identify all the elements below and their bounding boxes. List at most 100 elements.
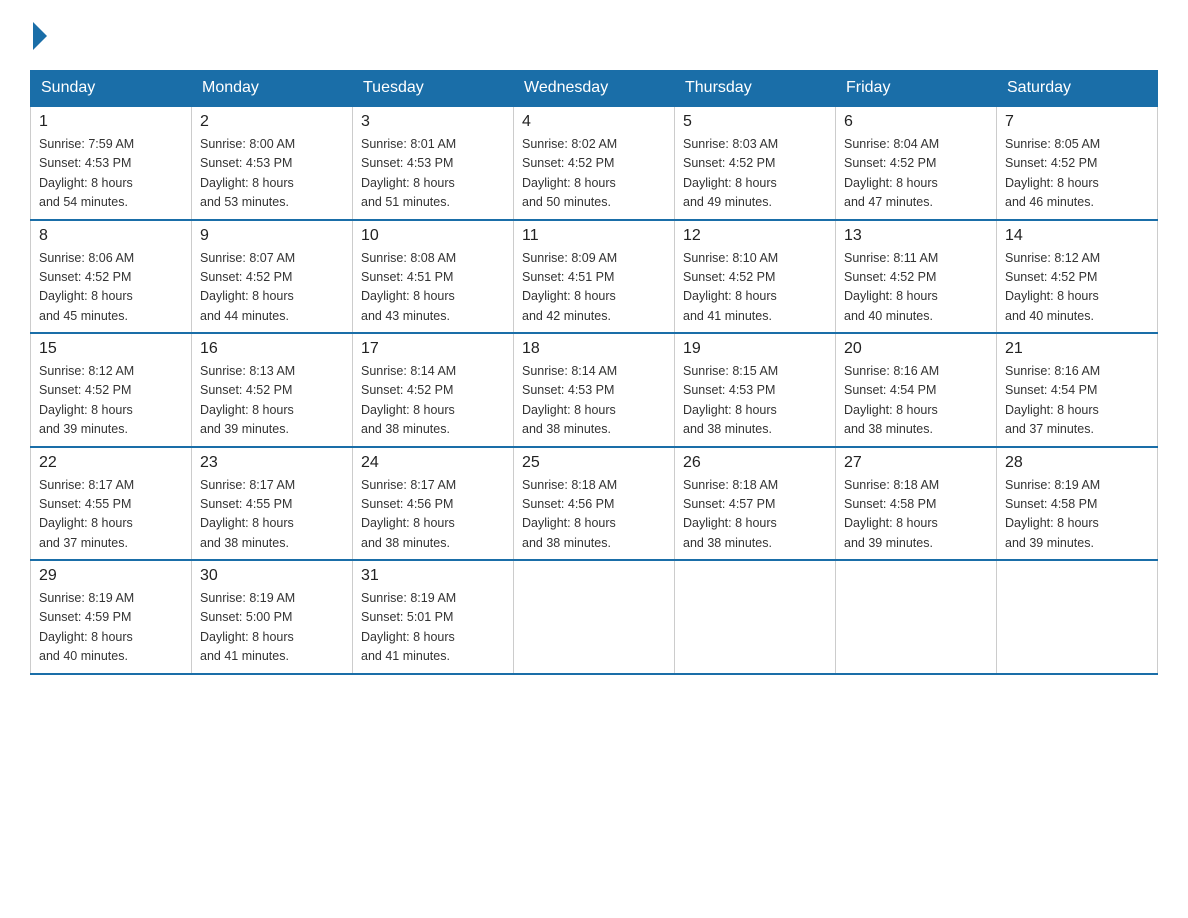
calendar-day-cell: 16 Sunrise: 8:13 AMSunset: 4:52 PMDaylig… [192, 333, 353, 447]
calendar-day-cell: 18 Sunrise: 8:14 AMSunset: 4:53 PMDaylig… [514, 333, 675, 447]
calendar-week-row: 22 Sunrise: 8:17 AMSunset: 4:55 PMDaylig… [31, 447, 1158, 561]
day-info: Sunrise: 8:18 AMSunset: 4:56 PMDaylight:… [522, 476, 666, 554]
calendar-week-row: 1 Sunrise: 7:59 AMSunset: 4:53 PMDayligh… [31, 106, 1158, 220]
day-number: 23 [200, 454, 344, 472]
calendar-week-row: 15 Sunrise: 8:12 AMSunset: 4:52 PMDaylig… [31, 333, 1158, 447]
day-info: Sunrise: 8:02 AMSunset: 4:52 PMDaylight:… [522, 135, 666, 213]
calendar-day-cell: 12 Sunrise: 8:10 AMSunset: 4:52 PMDaylig… [675, 220, 836, 334]
day-number: 13 [844, 227, 988, 245]
calendar-day-cell [514, 560, 675, 674]
day-info: Sunrise: 8:05 AMSunset: 4:52 PMDaylight:… [1005, 135, 1149, 213]
day-number: 3 [361, 113, 505, 131]
calendar-day-cell: 1 Sunrise: 7:59 AMSunset: 4:53 PMDayligh… [31, 106, 192, 220]
calendar-week-row: 29 Sunrise: 8:19 AMSunset: 4:59 PMDaylig… [31, 560, 1158, 674]
calendar-day-cell: 26 Sunrise: 8:18 AMSunset: 4:57 PMDaylig… [675, 447, 836, 561]
day-number: 28 [1005, 454, 1149, 472]
day-info: Sunrise: 8:07 AMSunset: 4:52 PMDaylight:… [200, 249, 344, 327]
day-info: Sunrise: 8:12 AMSunset: 4:52 PMDaylight:… [39, 362, 183, 440]
day-info: Sunrise: 8:17 AMSunset: 4:55 PMDaylight:… [200, 476, 344, 554]
calendar-day-cell: 25 Sunrise: 8:18 AMSunset: 4:56 PMDaylig… [514, 447, 675, 561]
day-info: Sunrise: 8:19 AMSunset: 4:58 PMDaylight:… [1005, 476, 1149, 554]
calendar-day-cell: 5 Sunrise: 8:03 AMSunset: 4:52 PMDayligh… [675, 106, 836, 220]
calendar-day-cell: 13 Sunrise: 8:11 AMSunset: 4:52 PMDaylig… [836, 220, 997, 334]
calendar-day-cell [836, 560, 997, 674]
logo [30, 20, 50, 50]
calendar-day-cell: 23 Sunrise: 8:17 AMSunset: 4:55 PMDaylig… [192, 447, 353, 561]
day-number: 19 [683, 340, 827, 358]
calendar-day-cell: 3 Sunrise: 8:01 AMSunset: 4:53 PMDayligh… [353, 106, 514, 220]
day-info: Sunrise: 8:06 AMSunset: 4:52 PMDaylight:… [39, 249, 183, 327]
day-info: Sunrise: 8:17 AMSunset: 4:55 PMDaylight:… [39, 476, 183, 554]
day-number: 15 [39, 340, 183, 358]
day-of-week-header: Saturday [997, 71, 1158, 107]
calendar-day-cell [997, 560, 1158, 674]
day-info: Sunrise: 8:19 AMSunset: 5:00 PMDaylight:… [200, 589, 344, 667]
calendar-day-cell: 30 Sunrise: 8:19 AMSunset: 5:00 PMDaylig… [192, 560, 353, 674]
calendar-day-cell: 24 Sunrise: 8:17 AMSunset: 4:56 PMDaylig… [353, 447, 514, 561]
calendar-day-cell: 10 Sunrise: 8:08 AMSunset: 4:51 PMDaylig… [353, 220, 514, 334]
day-info: Sunrise: 8:00 AMSunset: 4:53 PMDaylight:… [200, 135, 344, 213]
day-number: 24 [361, 454, 505, 472]
calendar-day-cell [675, 560, 836, 674]
calendar-day-cell: 29 Sunrise: 8:19 AMSunset: 4:59 PMDaylig… [31, 560, 192, 674]
day-number: 8 [39, 227, 183, 245]
day-info: Sunrise: 8:19 AMSunset: 5:01 PMDaylight:… [361, 589, 505, 667]
calendar-day-cell: 6 Sunrise: 8:04 AMSunset: 4:52 PMDayligh… [836, 106, 997, 220]
calendar-day-cell: 21 Sunrise: 8:16 AMSunset: 4:54 PMDaylig… [997, 333, 1158, 447]
day-number: 31 [361, 567, 505, 585]
day-number: 6 [844, 113, 988, 131]
day-info: Sunrise: 8:15 AMSunset: 4:53 PMDaylight:… [683, 362, 827, 440]
header [30, 20, 1158, 50]
calendar-day-cell: 19 Sunrise: 8:15 AMSunset: 4:53 PMDaylig… [675, 333, 836, 447]
calendar-day-cell: 4 Sunrise: 8:02 AMSunset: 4:52 PMDayligh… [514, 106, 675, 220]
calendar-day-cell: 20 Sunrise: 8:16 AMSunset: 4:54 PMDaylig… [836, 333, 997, 447]
day-info: Sunrise: 8:17 AMSunset: 4:56 PMDaylight:… [361, 476, 505, 554]
calendar-day-cell: 8 Sunrise: 8:06 AMSunset: 4:52 PMDayligh… [31, 220, 192, 334]
day-number: 21 [1005, 340, 1149, 358]
day-info: Sunrise: 8:19 AMSunset: 4:59 PMDaylight:… [39, 589, 183, 667]
day-of-week-header: Monday [192, 71, 353, 107]
day-number: 10 [361, 227, 505, 245]
day-number: 17 [361, 340, 505, 358]
logo-triangle-icon [33, 22, 47, 50]
calendar-header-row: SundayMondayTuesdayWednesdayThursdayFrid… [31, 71, 1158, 107]
day-info: Sunrise: 8:09 AMSunset: 4:51 PMDaylight:… [522, 249, 666, 327]
day-number: 12 [683, 227, 827, 245]
day-info: Sunrise: 8:13 AMSunset: 4:52 PMDaylight:… [200, 362, 344, 440]
day-info: Sunrise: 8:10 AMSunset: 4:52 PMDaylight:… [683, 249, 827, 327]
day-info: Sunrise: 8:18 AMSunset: 4:58 PMDaylight:… [844, 476, 988, 554]
calendar-day-cell: 22 Sunrise: 8:17 AMSunset: 4:55 PMDaylig… [31, 447, 192, 561]
day-info: Sunrise: 8:16 AMSunset: 4:54 PMDaylight:… [1005, 362, 1149, 440]
day-info: Sunrise: 8:04 AMSunset: 4:52 PMDaylight:… [844, 135, 988, 213]
day-of-week-header: Tuesday [353, 71, 514, 107]
calendar-day-cell: 31 Sunrise: 8:19 AMSunset: 5:01 PMDaylig… [353, 560, 514, 674]
day-of-week-header: Wednesday [514, 71, 675, 107]
day-of-week-header: Friday [836, 71, 997, 107]
calendar-day-cell: 15 Sunrise: 8:12 AMSunset: 4:52 PMDaylig… [31, 333, 192, 447]
calendar-day-cell: 17 Sunrise: 8:14 AMSunset: 4:52 PMDaylig… [353, 333, 514, 447]
day-info: Sunrise: 8:14 AMSunset: 4:52 PMDaylight:… [361, 362, 505, 440]
day-info: Sunrise: 8:08 AMSunset: 4:51 PMDaylight:… [361, 249, 505, 327]
calendar-day-cell: 9 Sunrise: 8:07 AMSunset: 4:52 PMDayligh… [192, 220, 353, 334]
calendar-table: SundayMondayTuesdayWednesdayThursdayFrid… [30, 70, 1158, 675]
day-info: Sunrise: 8:03 AMSunset: 4:52 PMDaylight:… [683, 135, 827, 213]
day-info: Sunrise: 8:12 AMSunset: 4:52 PMDaylight:… [1005, 249, 1149, 327]
calendar-day-cell: 28 Sunrise: 8:19 AMSunset: 4:58 PMDaylig… [997, 447, 1158, 561]
day-number: 26 [683, 454, 827, 472]
day-info: Sunrise: 8:18 AMSunset: 4:57 PMDaylight:… [683, 476, 827, 554]
day-info: Sunrise: 8:01 AMSunset: 4:53 PMDaylight:… [361, 135, 505, 213]
day-of-week-header: Thursday [675, 71, 836, 107]
day-number: 27 [844, 454, 988, 472]
day-number: 18 [522, 340, 666, 358]
day-number: 30 [200, 567, 344, 585]
day-of-week-header: Sunday [31, 71, 192, 107]
day-number: 9 [200, 227, 344, 245]
calendar-day-cell: 11 Sunrise: 8:09 AMSunset: 4:51 PMDaylig… [514, 220, 675, 334]
day-info: Sunrise: 8:16 AMSunset: 4:54 PMDaylight:… [844, 362, 988, 440]
calendar-day-cell: 14 Sunrise: 8:12 AMSunset: 4:52 PMDaylig… [997, 220, 1158, 334]
day-number: 20 [844, 340, 988, 358]
calendar-day-cell: 27 Sunrise: 8:18 AMSunset: 4:58 PMDaylig… [836, 447, 997, 561]
calendar-day-cell: 7 Sunrise: 8:05 AMSunset: 4:52 PMDayligh… [997, 106, 1158, 220]
day-number: 25 [522, 454, 666, 472]
calendar-day-cell: 2 Sunrise: 8:00 AMSunset: 4:53 PMDayligh… [192, 106, 353, 220]
